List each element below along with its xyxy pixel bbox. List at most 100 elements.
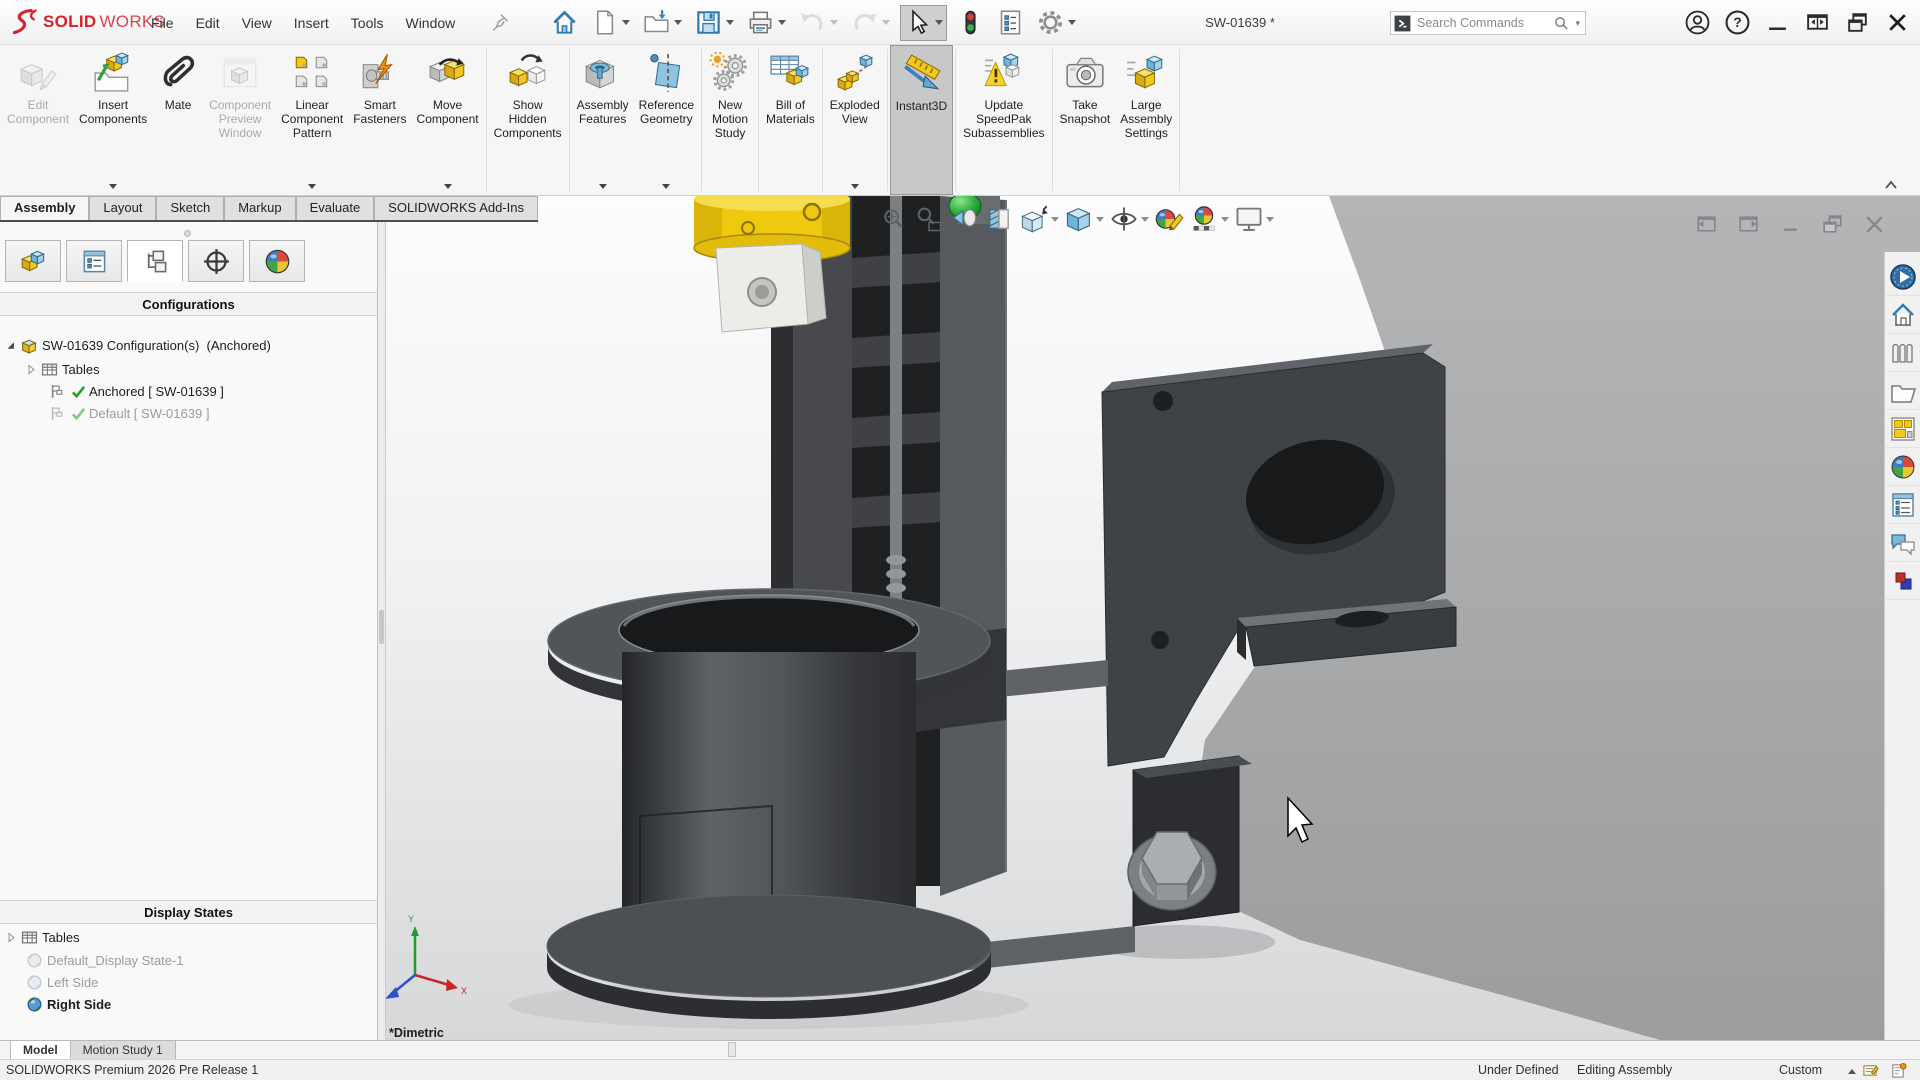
redo-button[interactable] xyxy=(848,5,893,41)
menu-insert[interactable]: Insert xyxy=(283,10,340,36)
smart-fasteners-button[interactable]: SmartFasteners xyxy=(348,45,411,195)
splitter-grip-icon[interactable] xyxy=(379,610,384,644)
update-speedpak-subassemblies-button[interactable]: UpdateSpeedPakSubassemblies xyxy=(958,45,1049,195)
tags-icon[interactable] xyxy=(1862,1062,1879,1079)
menu-window[interactable]: Window xyxy=(394,10,466,36)
tab-evaluate[interactable]: Evaluate xyxy=(296,196,375,220)
hide-show-items-button[interactable] xyxy=(1108,203,1150,235)
chevron-down-icon[interactable] xyxy=(308,184,316,189)
rebuild-button[interactable] xyxy=(954,5,987,41)
help-button[interactable]: ? xyxy=(1725,10,1750,35)
chevron-down-icon[interactable] xyxy=(830,20,838,25)
home-tab-tab[interactable] xyxy=(1886,296,1920,334)
view-palette-tab[interactable] xyxy=(1886,410,1920,448)
appearances-scenes-tab[interactable] xyxy=(1886,448,1920,486)
custom-properties-tab[interactable] xyxy=(1886,486,1920,524)
tab-motion-study-1[interactable]: Motion Study 1 xyxy=(71,1041,176,1059)
dimxpertmanager-tab[interactable] xyxy=(188,240,244,282)
dock-left-button[interactable] xyxy=(1694,212,1719,237)
search-commands-input[interactable]: Search Commands ▾ xyxy=(1390,11,1586,35)
section-view-button[interactable] xyxy=(983,203,1015,235)
display-state-default-row[interactable]: Default_Display State-1 xyxy=(24,949,184,971)
chevron-down-icon[interactable] xyxy=(1221,217,1229,222)
configurationmanager-tab[interactable] xyxy=(127,240,183,282)
tab-assembly[interactable]: Assembly xyxy=(0,196,89,220)
solidworks-forum-tab[interactable] xyxy=(1886,524,1920,562)
featuremanager-tab[interactable] xyxy=(5,240,61,282)
linear-component-pattern-button[interactable]: LinearComponentPattern xyxy=(276,45,348,195)
reference-geometry-button[interactable]: ReferenceGeometry xyxy=(634,45,699,195)
pin-menu-icon[interactable] xyxy=(490,12,510,32)
chevron-down-icon[interactable] xyxy=(882,20,890,25)
chevron-down-icon[interactable] xyxy=(1141,217,1149,222)
restore-button[interactable] xyxy=(1845,10,1870,35)
chevron-down-icon[interactable] xyxy=(935,20,943,25)
chevron-down-icon[interactable] xyxy=(599,184,607,189)
file-explorer-tab[interactable] xyxy=(1886,372,1920,410)
select-button[interactable] xyxy=(900,5,947,41)
options-button[interactable] xyxy=(1034,5,1079,41)
move-component-button[interactable]: MoveComponent xyxy=(412,45,484,195)
display-state-right-row[interactable]: Right Side xyxy=(24,993,111,1015)
close-button[interactable] xyxy=(1885,10,1910,35)
config-tables-row[interactable]: Tables xyxy=(24,358,100,380)
toolbar-preset-label[interactable]: Custom xyxy=(1779,1063,1822,1077)
config-anchored-row[interactable]: Anchored [ SW-01639 ] xyxy=(48,380,224,402)
config-default-row[interactable]: Default [ SW-01639 ] xyxy=(48,402,209,424)
tab-sketch[interactable]: Sketch xyxy=(156,196,224,220)
undo-button[interactable] xyxy=(796,5,841,41)
bill-of-materials-button[interactable]: Bill ofMaterials xyxy=(761,45,820,195)
display-style-button[interactable] xyxy=(1063,203,1105,235)
show-hidden-components-button[interactable]: ShowHiddenComponents xyxy=(489,45,567,195)
panel-grip-icon[interactable] xyxy=(184,230,191,237)
apply-scene-button[interactable] xyxy=(1188,203,1230,235)
large-assembly-settings-button[interactable]: LargeAssemblySettings xyxy=(1115,45,1177,195)
display-state-left-row[interactable]: Left Side xyxy=(24,971,98,993)
tab-model[interactable]: Model xyxy=(10,1041,71,1059)
view-settings-button[interactable] xyxy=(1233,203,1275,235)
tab-bar-handle[interactable] xyxy=(728,1042,736,1057)
menu-view[interactable]: View xyxy=(231,10,283,36)
display-state-tables-row[interactable]: Tables xyxy=(4,926,80,948)
file-properties-button[interactable] xyxy=(994,5,1027,41)
zoom-to-area-button[interactable] xyxy=(913,203,945,235)
search-icon[interactable] xyxy=(1553,15,1570,32)
chevron-down-icon[interactable] xyxy=(109,184,117,189)
config-root-row[interactable]: SW-01639 Configuration(s) (Anchored) xyxy=(4,334,271,356)
tab-markup[interactable]: Markup xyxy=(224,196,295,220)
menu-edit[interactable]: Edit xyxy=(185,10,231,36)
chevron-down-icon[interactable] xyxy=(674,20,682,25)
minimize-button[interactable] xyxy=(1765,10,1790,35)
expanded-arrow-icon[interactable] xyxy=(4,339,19,352)
edit-component-button[interactable]: EditComponent xyxy=(2,45,74,195)
chevron-down-icon[interactable] xyxy=(1266,217,1274,222)
graphics-area[interactable]: Y X Z xyxy=(378,196,1920,1040)
user-account-button[interactable] xyxy=(1685,10,1710,35)
mate-button[interactable]: Mate xyxy=(152,45,204,195)
instant3d-button[interactable]: Instant3D xyxy=(890,45,953,195)
chevron-down-icon[interactable] xyxy=(622,20,630,25)
home-button[interactable] xyxy=(548,5,581,41)
print-button[interactable] xyxy=(744,5,789,41)
menu-file[interactable]: File xyxy=(140,10,185,36)
chevron-down-icon[interactable] xyxy=(726,20,734,25)
span-displays-button[interactable] xyxy=(1805,10,1830,35)
displaymanager-tab[interactable] xyxy=(249,240,305,282)
chevron-down-icon[interactable] xyxy=(778,20,786,25)
minimize-view-button[interactable] xyxy=(1778,212,1803,237)
insert-components-button[interactable]: InsertComponents xyxy=(74,45,152,195)
assembly-features-button[interactable]: AssemblyFeatures xyxy=(572,45,634,195)
threedexperience-tab[interactable] xyxy=(1886,258,1920,296)
cam-tab[interactable] xyxy=(1886,562,1920,600)
close-view-button[interactable] xyxy=(1862,212,1887,237)
menu-tools[interactable]: Tools xyxy=(340,10,395,36)
dock-right-button[interactable] xyxy=(1736,212,1761,237)
chevron-down-icon[interactable] xyxy=(851,184,859,189)
preset-up-arrow-icon[interactable] xyxy=(1848,1069,1856,1074)
chevron-down-icon[interactable] xyxy=(1096,217,1104,222)
design-library-tab[interactable] xyxy=(1886,334,1920,372)
take-snapshot-button[interactable]: TakeSnapshot xyxy=(1055,45,1116,195)
chevron-down-icon[interactable] xyxy=(444,184,452,189)
edit-appearance-button[interactable] xyxy=(1153,203,1185,235)
notes-alert-icon[interactable] xyxy=(1890,1062,1907,1079)
